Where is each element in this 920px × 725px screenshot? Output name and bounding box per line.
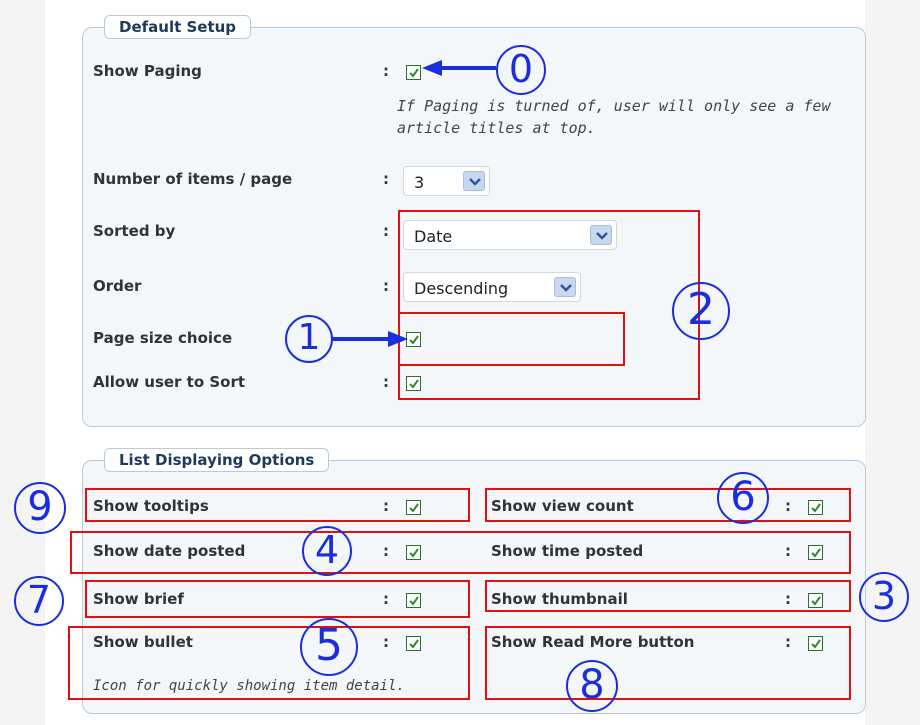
annotation-badge-7: 7: [14, 576, 64, 626]
highlight-box-thumbnail: [485, 580, 851, 612]
default-setup-legend: Default Setup: [104, 15, 252, 39]
allow-sort-label: Allow user to Sort: [93, 373, 246, 391]
colon: :: [383, 62, 389, 80]
colon: :: [383, 170, 389, 188]
highlight-box-page-size: [398, 312, 625, 366]
paging-note: If Paging is turned of, user will only s…: [397, 97, 831, 137]
annotation-badge-4: 4: [302, 526, 352, 576]
annotation-badge-2: 2: [672, 282, 730, 340]
highlight-box-sort-group: [398, 210, 700, 400]
chevron-down-icon: [463, 171, 485, 191]
list-options-legend: List Displaying Options: [104, 448, 330, 472]
highlight-box-tooltips: [85, 488, 470, 522]
annotation-badge-5: 5: [300, 618, 358, 676]
annotation-badge-0: 0: [496, 45, 546, 95]
annotation-badge-6: 6: [717, 472, 769, 524]
colon: :: [383, 222, 389, 240]
show-paging-label: Show Paging: [93, 62, 202, 80]
highlight-box-bullet: [68, 626, 470, 700]
highlight-box-read-more: [485, 626, 851, 700]
colon: :: [383, 277, 389, 295]
sorted-by-label: Sorted by: [93, 222, 176, 240]
annotation-badge-8: 8: [566, 660, 618, 712]
page-size-choice-label: Page size choice: [93, 329, 233, 347]
show-paging-checkbox[interactable]: [406, 65, 421, 80]
annotation-badge-3: 3: [859, 572, 909, 622]
annotation-arrow-0-icon: [422, 60, 496, 76]
items-per-page-select[interactable]: 3: [403, 166, 490, 196]
annotation-badge-1: 1: [285, 315, 333, 363]
order-label: Order: [93, 277, 142, 295]
annotation-badge-9: 9: [14, 482, 66, 534]
items-per-page-value: 3: [414, 173, 425, 192]
annotation-arrow-1-icon: [332, 331, 408, 347]
highlight-box-brief: [85, 580, 470, 618]
items-per-page-label: Number of items / page: [93, 170, 293, 188]
colon: :: [383, 373, 389, 391]
highlight-box-date-time: [70, 531, 851, 574]
highlight-box-view-count: [485, 488, 851, 522]
